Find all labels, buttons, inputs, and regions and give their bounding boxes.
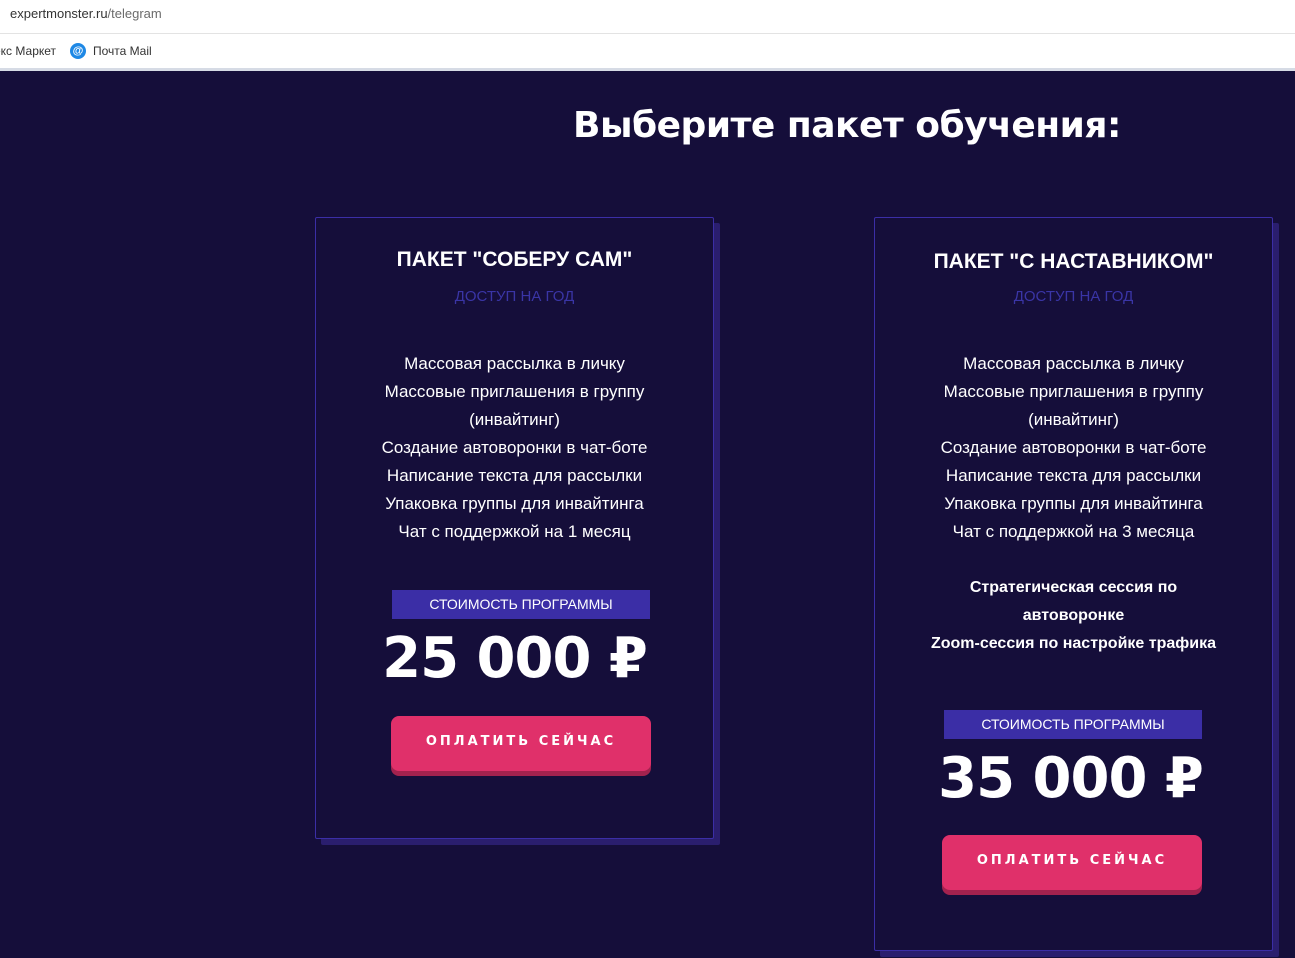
bonus-item: Zoom-сессия по настройке трафика bbox=[930, 635, 1217, 652]
pricing-section: Выберите пакет обучения: ПАКЕТ "СОБЕРУ С… bbox=[0, 71, 1295, 958]
bookmarks-bar: екс Маркет @ Почта Mail bbox=[0, 34, 1295, 71]
feature-item: Написание текста для рассылки bbox=[945, 466, 1202, 485]
feature-item: Массовая рассылка в личку bbox=[404, 354, 625, 373]
feature-item: (инвайтинг) bbox=[1028, 410, 1119, 429]
mail-icon: @ bbox=[70, 43, 86, 59]
feature-item: Массовые приглашения в группу bbox=[384, 382, 645, 401]
browser-address-bar[interactable]: expertmonster.ru/telegram bbox=[0, 0, 1295, 34]
pay-now-button[interactable]: ОПЛАТИТЬ СЕЙЧАС bbox=[391, 716, 651, 771]
feature-list: Массовая рассылка в личку Массовые пригл… bbox=[905, 350, 1242, 546]
url-path: /telegram bbox=[107, 6, 162, 21]
feature-item: Массовая рассылка в личку bbox=[963, 354, 1184, 373]
feature-item: Массовые приглашения в группу bbox=[943, 382, 1204, 401]
price-label: СТОИМОСТЬ ПРОГРАММЫ bbox=[944, 710, 1202, 739]
package-card-mentor: ПАКЕТ "С НАСТАВНИКОМ" ДОСТУП НА ГОД Масс… bbox=[874, 217, 1273, 951]
bonus-item: автоворонке bbox=[1022, 607, 1125, 624]
price-value: 35 000 ₽ bbox=[938, 746, 1204, 811]
bookmark-label: Почта Mail bbox=[93, 44, 152, 58]
package-subtitle: ДОСТУП НА ГОД bbox=[1013, 288, 1134, 305]
feature-item: Чат с поддержкой на 1 месяц bbox=[398, 522, 631, 541]
feature-item: Создание автоворонки в чат-боте bbox=[381, 438, 648, 457]
package-title: ПАКЕТ "С НАСТАВНИКОМ" bbox=[933, 250, 1214, 273]
package-title: ПАКЕТ "СОБЕРУ САМ" bbox=[396, 248, 633, 271]
page-title: Выберите пакет обучения: bbox=[573, 105, 1121, 146]
pay-now-button[interactable]: ОПЛАТИТЬ СЕЙЧАС bbox=[942, 835, 1202, 890]
price-value: 25 000 ₽ bbox=[382, 626, 648, 691]
price-label: СТОИМОСТЬ ПРОГРАММЫ bbox=[392, 590, 650, 619]
url-domain: expertmonster.ru bbox=[10, 6, 108, 21]
feature-item: Упаковка группы для инвайтинга bbox=[944, 494, 1203, 513]
bookmark-mail[interactable]: @ Почта Mail bbox=[70, 43, 152, 59]
bookmark-market[interactable]: екс Маркет bbox=[0, 44, 56, 58]
feature-list: Массовая рассылка в личку Массовые пригл… bbox=[346, 350, 683, 546]
bonus-list: Стратегическая сессия по автоворонке Zoo… bbox=[905, 574, 1242, 658]
package-subtitle: ДОСТУП НА ГОД bbox=[454, 288, 575, 305]
url-text[interactable]: expertmonster.ru/telegram bbox=[10, 6, 162, 21]
feature-item: Чат с поддержкой на 3 месяца bbox=[952, 522, 1195, 541]
feature-item: Написание текста для рассылки bbox=[386, 466, 643, 485]
bookmark-label: екс Маркет bbox=[0, 44, 57, 58]
bonus-item: Стратегическая сессия по bbox=[969, 579, 1178, 596]
feature-item: (инвайтинг) bbox=[469, 410, 560, 429]
feature-item: Создание автоворонки в чат-боте bbox=[940, 438, 1207, 457]
package-card-self: ПАКЕТ "СОБЕРУ САМ" ДОСТУП НА ГОД Массова… bbox=[315, 217, 714, 839]
feature-item: Упаковка группы для инвайтинга bbox=[385, 494, 644, 513]
